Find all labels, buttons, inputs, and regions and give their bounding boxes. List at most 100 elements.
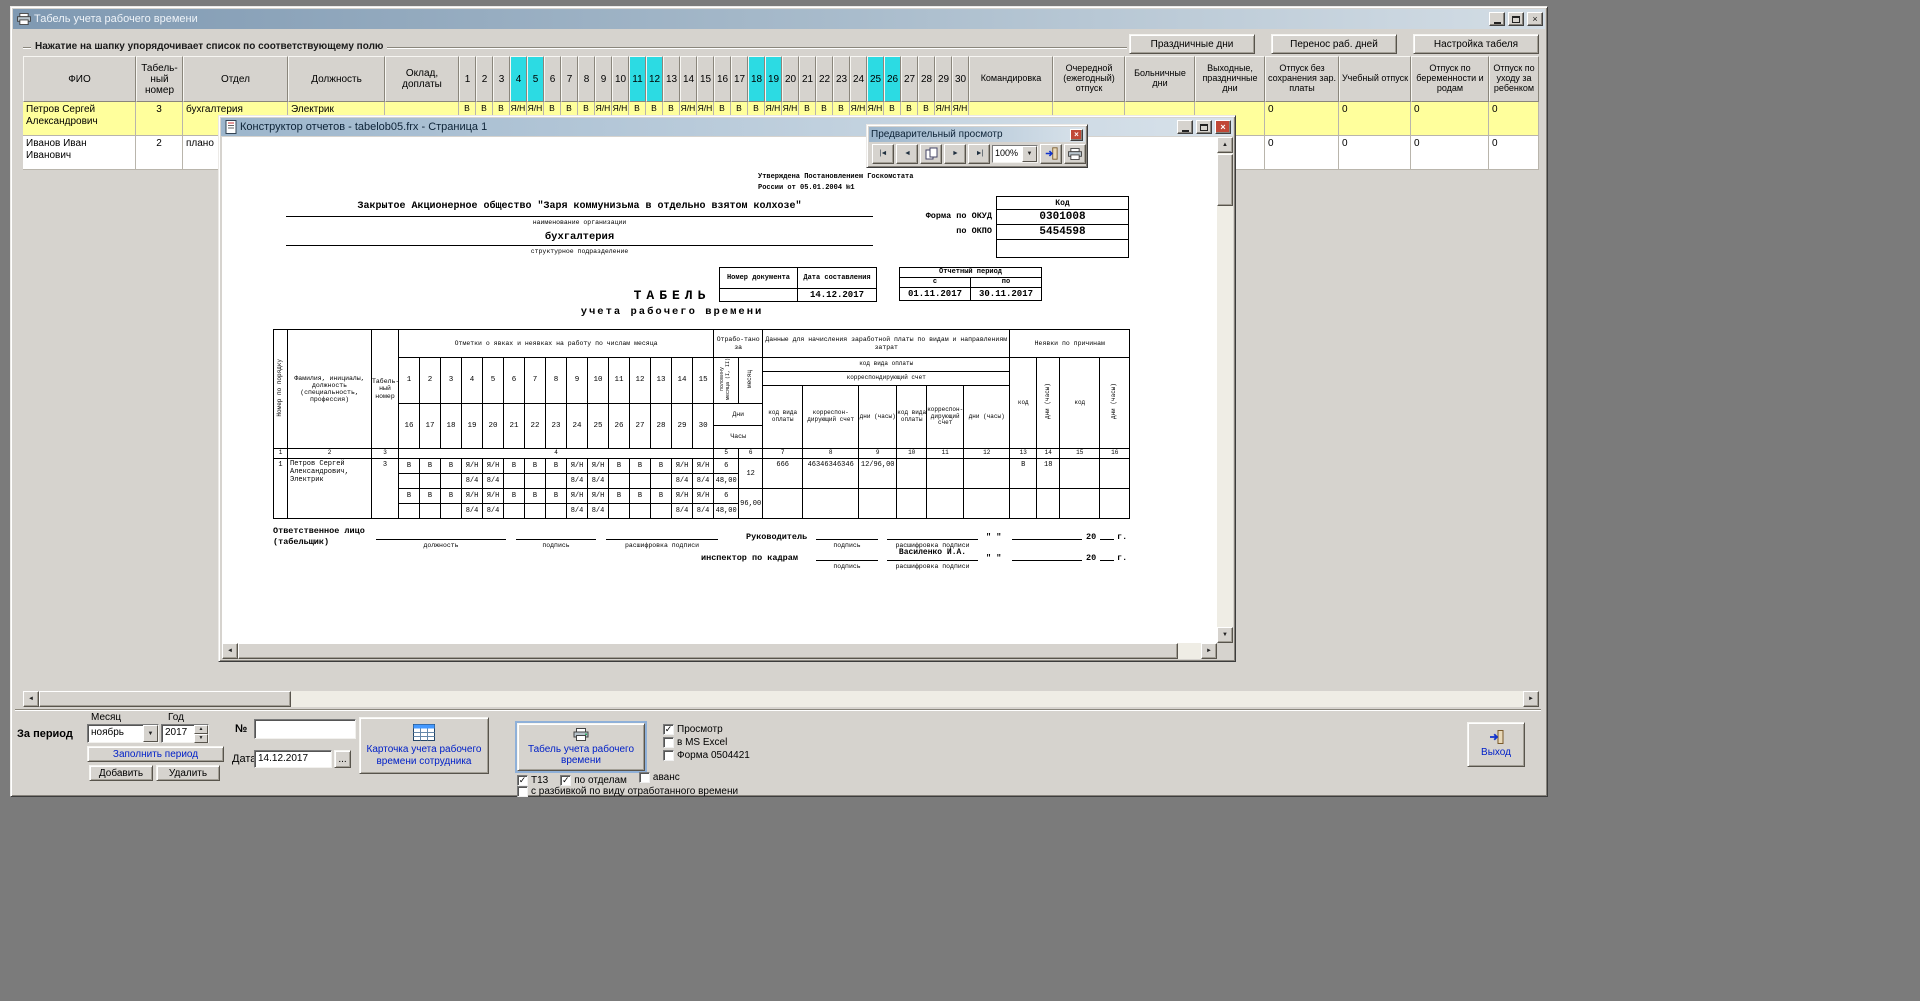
close-preview-button[interactable] bbox=[1040, 144, 1062, 164]
report-minimize-button[interactable] bbox=[1177, 120, 1193, 134]
add-button[interactable]: Добавить bbox=[89, 765, 153, 781]
date-picker-button[interactable]: ... bbox=[334, 750, 351, 768]
grid-header-childcare[interactable]: Отпуск по уходу за ребенком bbox=[1489, 56, 1539, 102]
timesheet-settings-button[interactable]: Настройка табеля bbox=[1413, 34, 1539, 54]
grid-header-day[interactable]: 29 bbox=[935, 56, 952, 102]
checkbox-box[interactable]: ✓ bbox=[663, 724, 674, 735]
grid-header-day[interactable]: 11 bbox=[629, 56, 646, 102]
checkbox-item[interactable]: ✓Просмотр bbox=[663, 723, 750, 736]
workday-transfer-button[interactable]: Перенос раб. дней bbox=[1271, 34, 1397, 54]
grid-header-day[interactable]: 26 bbox=[884, 56, 901, 102]
grid-header-day[interactable]: 20 bbox=[782, 56, 799, 102]
grid-header-day[interactable]: 16 bbox=[714, 56, 731, 102]
zoom-select[interactable]: 100% ▼ bbox=[992, 145, 1038, 163]
grid-header-study[interactable]: Учебный отпуск bbox=[1339, 56, 1411, 102]
scroll-right-button[interactable]: ► bbox=[1201, 643, 1217, 659]
year-down-button[interactable]: ▼ bbox=[194, 734, 208, 743]
scroll-left-button[interactable]: ◄ bbox=[222, 643, 238, 659]
grid-header-day[interactable]: 9 bbox=[595, 56, 612, 102]
checkbox-item[interactable]: Форма 0504421 bbox=[663, 749, 750, 762]
print-button[interactable] bbox=[1064, 144, 1086, 164]
grid-horizontal-scrollbar[interactable]: ◄ ► bbox=[23, 691, 1539, 707]
grid-header-day[interactable]: 7 bbox=[561, 56, 578, 102]
month-select[interactable]: ноябрь ▼ bbox=[87, 724, 159, 743]
delete-button[interactable]: Удалить bbox=[156, 765, 220, 781]
next-page-button[interactable]: ► bbox=[944, 144, 966, 164]
year-spinner[interactable]: 2017 ▲ ▼ bbox=[161, 724, 209, 743]
zoom-dropdown-button[interactable]: ▼ bbox=[1022, 146, 1037, 162]
holidays-button[interactable]: Праздничные дни bbox=[1129, 34, 1255, 54]
grid-header-dept[interactable]: Отдел bbox=[183, 56, 288, 102]
checkbox-box[interactable] bbox=[639, 772, 650, 783]
checkbox-box[interactable] bbox=[663, 750, 674, 761]
checkbox-item[interactable]: аванс bbox=[639, 772, 680, 784]
grid-header-day[interactable]: 5 bbox=[527, 56, 544, 102]
first-page-button[interactable]: |◄ bbox=[872, 144, 894, 164]
grid-header-day[interactable]: 10 bbox=[612, 56, 629, 102]
grid-header-annual-leave[interactable]: Очередной (ежегодный) отпуск bbox=[1053, 56, 1125, 102]
report-close-button[interactable]: × bbox=[1215, 120, 1231, 134]
grid-header-day[interactable]: 2 bbox=[476, 56, 493, 102]
report-maximize-button[interactable] bbox=[1196, 120, 1212, 134]
grid-header-day[interactable]: 30 bbox=[952, 56, 969, 102]
grid-header-unpaid[interactable]: Отпуск без сохранения зар. платы bbox=[1265, 56, 1339, 102]
grid-header-sick[interactable]: Больничные дни bbox=[1125, 56, 1195, 102]
grid-header-day[interactable]: 22 bbox=[816, 56, 833, 102]
checkbox-item[interactable]: с разбивкой по виду отработанного времен… bbox=[517, 786, 738, 798]
grid-header-day[interactable]: 15 bbox=[697, 56, 714, 102]
pages-button[interactable] bbox=[920, 144, 942, 164]
employee-card-button[interactable]: Карточка учета рабочего времени сотрудни… bbox=[359, 717, 489, 774]
grid-header-trip[interactable]: Командировка bbox=[969, 56, 1053, 102]
grid-header-day[interactable]: 1 bbox=[459, 56, 476, 102]
grid-header-day[interactable]: 4 bbox=[510, 56, 527, 102]
grid-header-day[interactable]: 3 bbox=[493, 56, 510, 102]
grid-header-position[interactable]: Должность bbox=[288, 56, 385, 102]
grid-header-day[interactable]: 18 bbox=[748, 56, 765, 102]
grid-header-fio[interactable]: ФИО bbox=[23, 56, 136, 102]
month-dropdown-button[interactable]: ▼ bbox=[143, 725, 158, 742]
grid-header-day[interactable]: 27 bbox=[901, 56, 918, 102]
scroll-left-button[interactable]: ◄ bbox=[23, 691, 39, 707]
preview-titlebar[interactable]: Предварительный просмотр × bbox=[869, 127, 1085, 142]
grid-header-day[interactable]: 23 bbox=[833, 56, 850, 102]
grid-header-day[interactable]: 8 bbox=[578, 56, 595, 102]
grid-header-weekend[interactable]: Выходные, праздничные дни bbox=[1195, 56, 1265, 102]
grid-header-tabnum[interactable]: Табель-ный номер bbox=[136, 56, 183, 102]
exit-button[interactable]: Выход bbox=[1467, 722, 1525, 767]
prev-page-button[interactable]: ◄ bbox=[896, 144, 918, 164]
scroll-down-button[interactable]: ▼ bbox=[1217, 627, 1233, 643]
grid-header-salary[interactable]: Оклад, доплаты bbox=[385, 56, 459, 102]
grid-header-day[interactable]: 13 bbox=[663, 56, 680, 102]
date-input[interactable]: 14.12.2017 bbox=[254, 750, 332, 768]
print-timesheet-button[interactable]: Табель учета рабочего времени bbox=[517, 723, 645, 771]
fill-period-button[interactable]: Заполнить период bbox=[87, 746, 224, 762]
preview-close-button[interactable]: × bbox=[1070, 129, 1083, 141]
scrollbar-thumb[interactable] bbox=[39, 691, 291, 707]
checkbox-box[interactable] bbox=[663, 737, 674, 748]
scroll-up-button[interactable]: ▲ bbox=[1217, 137, 1233, 153]
grid-header-day[interactable]: 25 bbox=[867, 56, 884, 102]
close-button[interactable]: × bbox=[1527, 12, 1543, 26]
minimize-button[interactable] bbox=[1489, 12, 1505, 26]
grid-header-day[interactable]: 21 bbox=[799, 56, 816, 102]
number-input[interactable] bbox=[254, 719, 356, 739]
maximize-button[interactable] bbox=[1508, 12, 1524, 26]
year-up-button[interactable]: ▲ bbox=[194, 725, 208, 734]
grid-header-day[interactable]: 19 bbox=[765, 56, 782, 102]
grid-header-day[interactable]: 6 bbox=[544, 56, 561, 102]
grid-header-day[interactable]: 24 bbox=[850, 56, 867, 102]
report-horizontal-scrollbar[interactable]: ◄ ► bbox=[222, 643, 1217, 659]
grid-header-day[interactable]: 17 bbox=[731, 56, 748, 102]
grid-header-maternity[interactable]: Отпуск по беременности и родам bbox=[1411, 56, 1489, 102]
checkbox-item[interactable]: в MS Excel bbox=[663, 736, 750, 749]
scrollbar-thumb[interactable] bbox=[1217, 154, 1233, 206]
main-titlebar[interactable]: Табель учета рабочего времени × bbox=[13, 9, 1545, 29]
grid-header-day[interactable]: 14 bbox=[680, 56, 697, 102]
last-page-button[interactable]: ►| bbox=[968, 144, 990, 164]
checkbox-box[interactable] bbox=[517, 786, 528, 797]
scroll-right-button[interactable]: ► bbox=[1523, 691, 1539, 707]
scrollbar-thumb[interactable] bbox=[238, 643, 1178, 659]
report-vertical-scrollbar[interactable]: ▲ ▼ bbox=[1217, 137, 1233, 643]
grid-header-day[interactable]: 12 bbox=[646, 56, 663, 102]
grid-header-day[interactable]: 28 bbox=[918, 56, 935, 102]
